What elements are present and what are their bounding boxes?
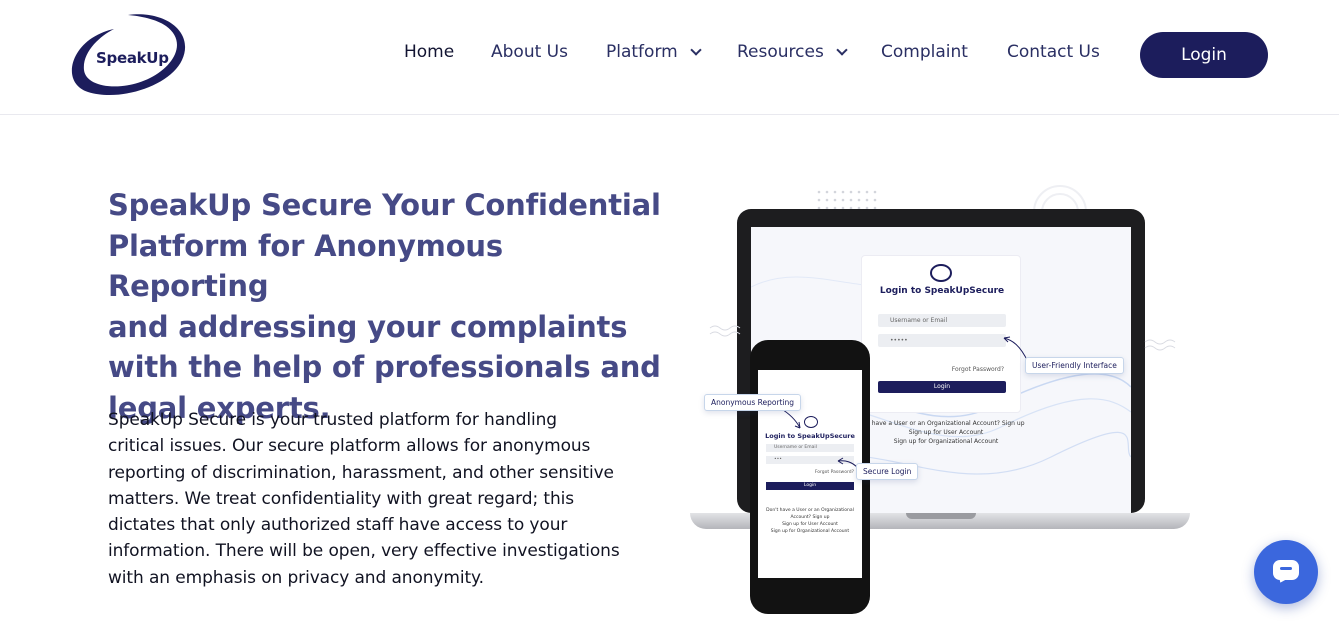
hero-title-line: SpeakUp Secure Your Confidential bbox=[108, 188, 661, 222]
hero-title: SpeakUp Secure Your Confidential Platfor… bbox=[108, 185, 668, 429]
hero-body-line: matters. We treat confidentiality with g… bbox=[108, 488, 575, 509]
chevron-down-icon bbox=[836, 43, 848, 56]
callout-user-friendly: User-Friendly Interface bbox=[1025, 357, 1124, 374]
nav-resources-label: Resources bbox=[737, 42, 824, 62]
nav-platform[interactable]: Platform bbox=[606, 42, 702, 62]
nav-contact-us[interactable]: Contact Us bbox=[1007, 42, 1100, 62]
callout-anonymous-reporting: Anonymous Reporting bbox=[704, 394, 802, 411]
nav-home[interactable]: Home bbox=[404, 42, 454, 62]
hero-body-line: information. There will be open, very ef… bbox=[108, 541, 620, 562]
hero-description: SpeakUp Secure is your trusted platform … bbox=[108, 407, 668, 591]
hero-title-line: with the help of professionals and bbox=[108, 350, 661, 385]
nav-complaint[interactable]: Complaint bbox=[881, 42, 968, 62]
chat-widget-button[interactable] bbox=[1254, 540, 1318, 604]
hero-body-line: SpeakUp Secure is your trusted platform … bbox=[108, 410, 557, 430]
hero-body-line: with an emphasis on privacy and anonymit… bbox=[108, 567, 484, 588]
hero-body-line: reporting of discrimination, harassment,… bbox=[108, 462, 614, 483]
hero-body-line: critical issues. Our secure platform all… bbox=[108, 436, 591, 457]
hero-title-line: and addressing your complaints bbox=[108, 309, 628, 344]
chat-bubble-line bbox=[1280, 567, 1292, 570]
nav-platform-label: Platform bbox=[606, 42, 678, 62]
main-nav: Home About Us Platform Resources Complai… bbox=[0, 42, 1339, 66]
nav-about-us[interactable]: About Us bbox=[491, 42, 568, 62]
login-button[interactable]: Login bbox=[1140, 32, 1268, 78]
hero-body-line: dictates that only authorized staff have… bbox=[108, 515, 568, 536]
device-illustration: Login to SpeakUpSecure Username or Email… bbox=[690, 180, 1230, 620]
site-header: SpeakUp Home About Us Platform Resources… bbox=[0, 0, 1339, 115]
hero-title-line: Platform for Anonymous Reporting bbox=[108, 228, 503, 304]
chevron-down-icon bbox=[690, 43, 702, 56]
nav-resources[interactable]: Resources bbox=[737, 42, 848, 62]
callout-secure-login: Secure Login bbox=[856, 463, 919, 480]
